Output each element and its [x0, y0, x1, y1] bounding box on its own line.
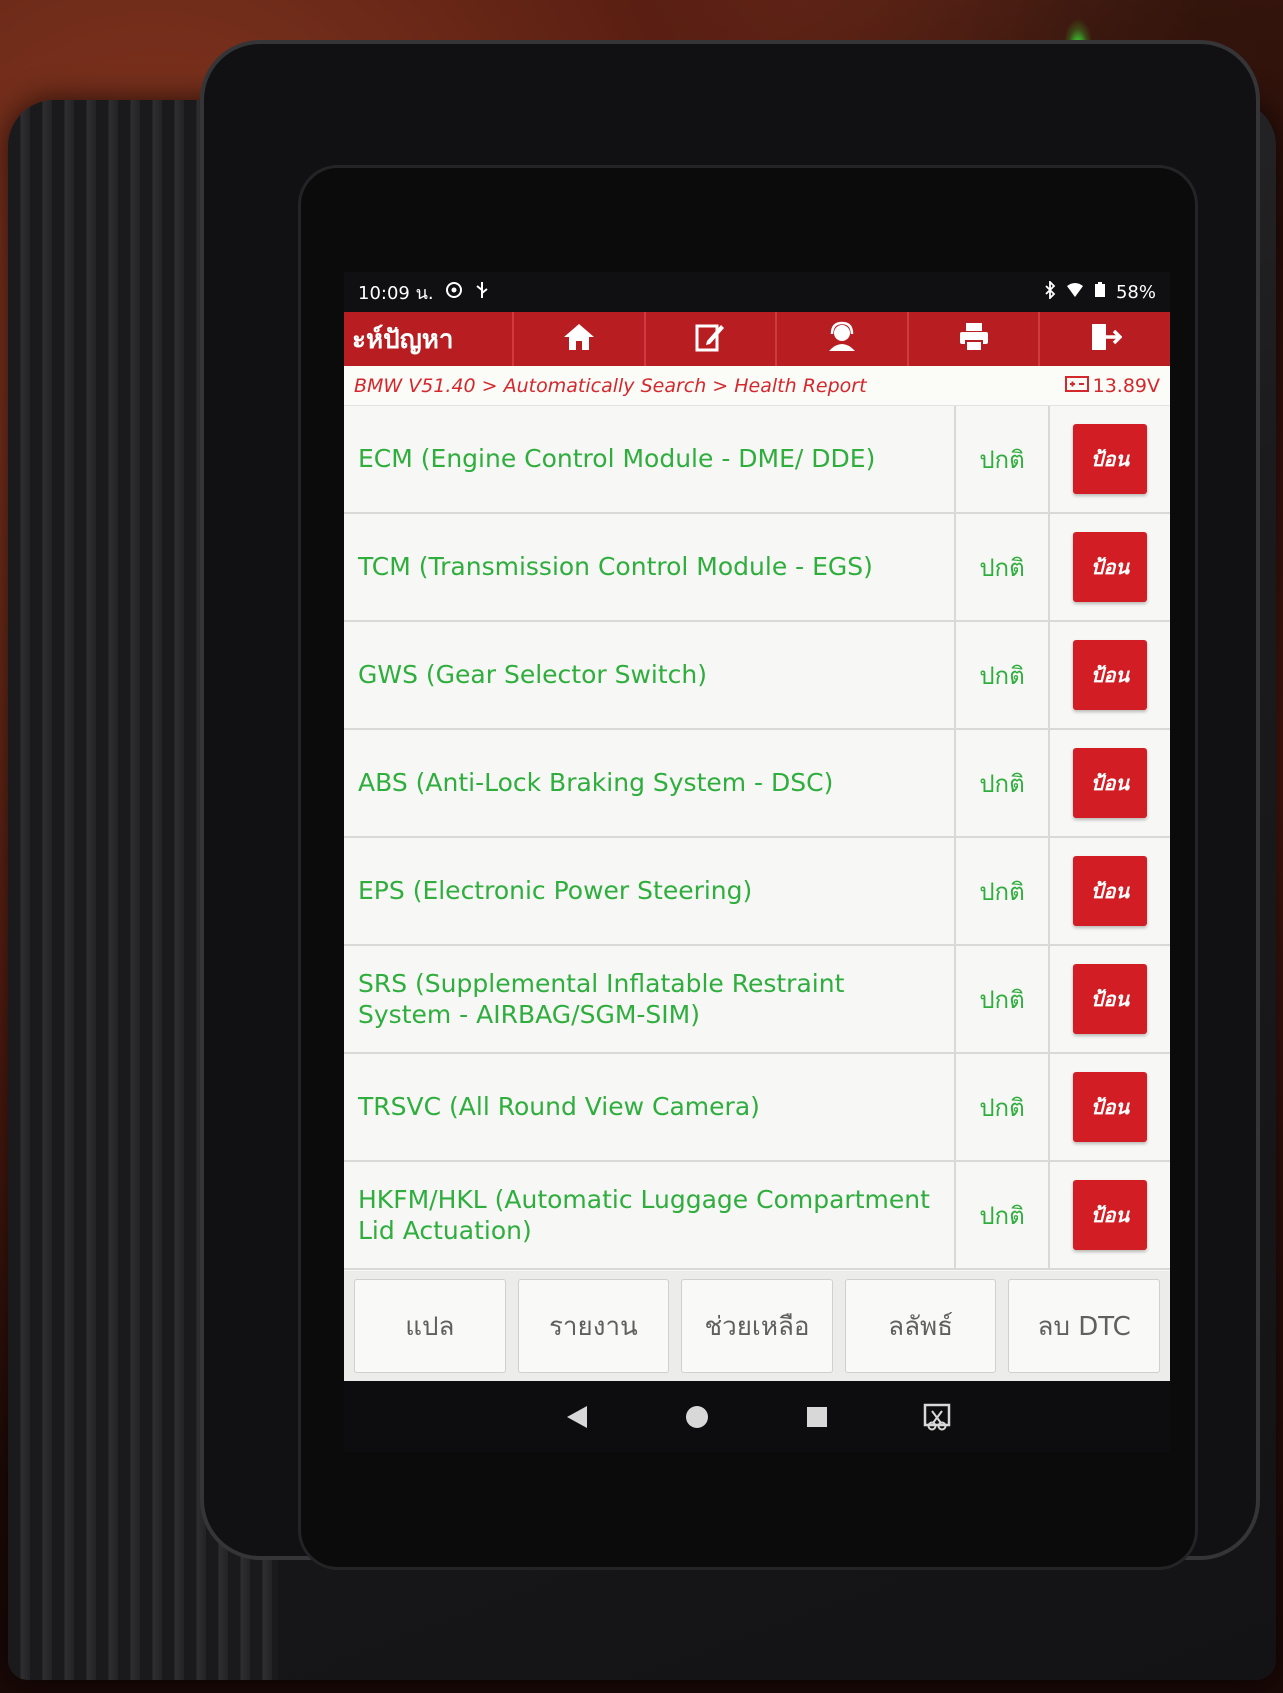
help-button[interactable]: ช่วยเหลือ — [681, 1279, 833, 1373]
settings-status-icon — [444, 280, 464, 305]
module-name: SRS (Supplemental Inflatable Restraint S… — [344, 946, 956, 1052]
usb-icon — [474, 280, 490, 305]
table-row: ABS (Anti-Lock Braking System - DSC) ปกต… — [344, 730, 1170, 838]
module-status: ปกติ — [956, 730, 1050, 836]
function-bar: แปล รายงาน ช่วยเหลือ ลลัพธ์ ลบ DTC — [344, 1271, 1170, 1381]
print-button[interactable] — [906, 312, 1039, 366]
module-name: HKFM/HKL (Automatic Luggage Compartment … — [344, 1162, 956, 1268]
status-time: 10:09 น. — [358, 282, 434, 304]
module-name: TRSVC (All Round View Camera) — [344, 1054, 956, 1160]
edit-icon — [693, 321, 727, 357]
battery-percent: 58% — [1115, 281, 1156, 303]
clear-results-button[interactable]: ลลัพธ์ — [844, 1279, 997, 1373]
edit-button[interactable] — [643, 312, 776, 366]
table-row: ECM (Engine Control Module - DME/ DDE) ป… — [344, 406, 1170, 514]
voltage-value: 13.89V — [1092, 374, 1160, 397]
print-icon — [957, 321, 991, 357]
page-title: ะห์ปัญหา — [352, 324, 454, 355]
exit-button[interactable] — [1038, 312, 1170, 366]
clear-dtc-button[interactable]: ลบ DTC — [1008, 1279, 1160, 1373]
module-status: ปกติ — [956, 838, 1050, 944]
module-status: ปกติ — [956, 1162, 1050, 1268]
module-status: ปกติ — [956, 406, 1050, 512]
module-table: ECM (Engine Control Module - DME/ DDE) ป… — [344, 406, 1170, 1271]
breadcrumb-path: BMW V51.40 > Automatically Search > Heal… — [354, 374, 867, 397]
home-button[interactable] — [512, 312, 644, 366]
battery-voltage: 13.89V — [1064, 374, 1160, 397]
module-name: GWS (Gear Selector Switch) — [344, 622, 956, 728]
enter-button[interactable]: ป้อน — [1073, 856, 1147, 926]
wifi-icon — [1066, 282, 1084, 303]
module-name: ABS (Anti-Lock Braking System - DSC) — [344, 730, 956, 836]
system-nav-bar — [344, 1381, 1170, 1452]
table-row: TCM (Transmission Control Module - EGS) … — [344, 514, 1170, 622]
module-status: ปกติ — [956, 946, 1050, 1052]
module-status: ปกติ — [956, 1054, 1050, 1160]
module-status: ปกติ — [956, 622, 1050, 728]
back-icon[interactable] — [557, 1397, 597, 1437]
table-row: EPS (Electronic Power Steering) ปกติ ป้อ… — [344, 838, 1170, 946]
bluetooth-icon — [1044, 279, 1056, 304]
enter-button[interactable]: ป้อน — [1073, 1072, 1147, 1142]
report-button[interactable]: รายงาน — [517, 1279, 670, 1373]
table-row: GWS (Gear Selector Switch) ปกติ ป้อน — [344, 622, 1170, 730]
home-icon — [562, 321, 596, 357]
translate-button[interactable]: แปล — [354, 1279, 506, 1373]
module-name: ECM (Engine Control Module - DME/ DDE) — [344, 406, 956, 512]
enter-button[interactable]: ป้อน — [1073, 964, 1147, 1034]
table-row: HKFM/HKL (Automatic Luggage Compartment … — [344, 1162, 1170, 1270]
enter-button[interactable]: ป้อน — [1073, 424, 1147, 494]
module-name: EPS (Electronic Power Steering) — [344, 838, 956, 944]
table-row: TRSVC (All Round View Camera) ปกติ ป้อน — [344, 1054, 1170, 1162]
car-battery-icon — [1064, 374, 1089, 397]
enter-button[interactable]: ป้อน — [1073, 532, 1147, 602]
status-bar: 10:09 น. 58% — [344, 272, 1170, 312]
recents-icon[interactable] — [797, 1397, 837, 1437]
enter-button[interactable]: ป้อน — [1073, 748, 1147, 818]
screenshot-icon[interactable] — [917, 1397, 957, 1437]
exit-icon — [1088, 321, 1123, 357]
module-status: ปกติ — [956, 514, 1050, 620]
support-icon — [825, 321, 859, 357]
module-name: TCM (Transmission Control Module - EGS) — [344, 514, 956, 620]
device-screen: 10:09 น. 58% ะห์ปัญหา BMW V51.40 > Autom… — [344, 272, 1170, 1452]
table-row: SRS (Supplemental Inflatable Restraint S… — [344, 946, 1170, 1054]
home-circle-icon[interactable] — [677, 1397, 717, 1437]
breadcrumb: BMW V51.40 > Automatically Search > Heal… — [344, 366, 1170, 406]
battery-icon — [1094, 281, 1106, 303]
app-toolbar: ะห์ปัญหา — [344, 312, 1170, 366]
enter-button[interactable]: ป้อน — [1073, 640, 1147, 710]
enter-button[interactable]: ป้อน — [1073, 1180, 1147, 1250]
support-button[interactable] — [775, 312, 907, 366]
